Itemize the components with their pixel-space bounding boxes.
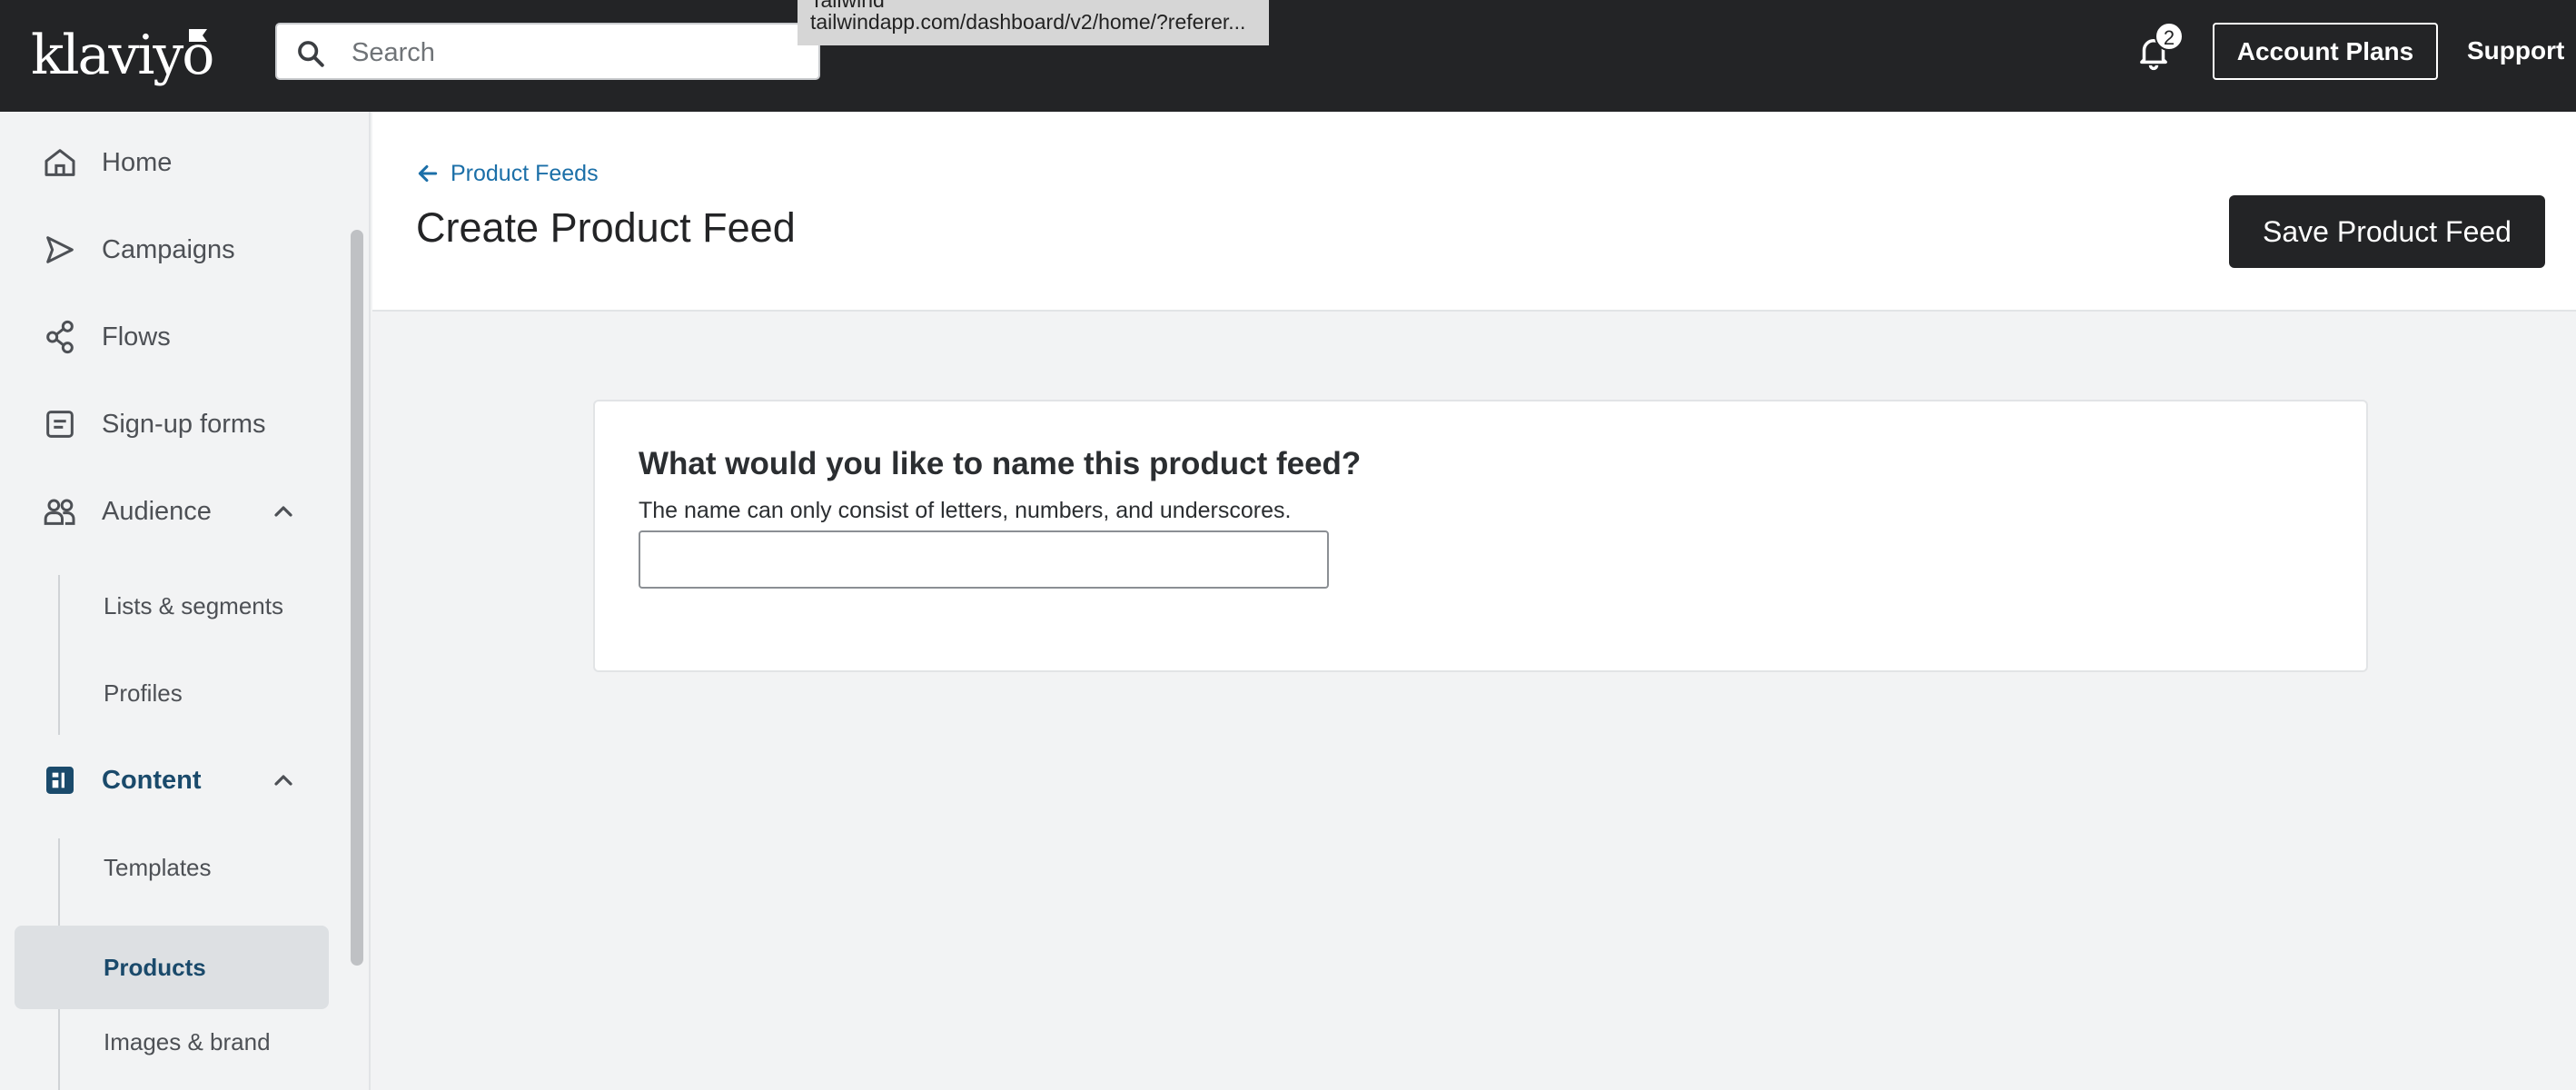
support-link[interactable]: Support bbox=[2467, 35, 2564, 67]
sidebar-item-profiles[interactable]: Profiles bbox=[15, 651, 329, 735]
sidebar-item-label: Audience bbox=[102, 497, 212, 526]
sidebar-subitem-label: Products bbox=[104, 954, 206, 981]
form-icon bbox=[46, 411, 74, 438]
sidebar-scrollbar[interactable] bbox=[351, 230, 363, 966]
sidebar-item-home[interactable]: Home bbox=[15, 121, 329, 204]
sidebar-subitem-label: Images & brand bbox=[104, 1028, 271, 1055]
sidebar-item-label: Content bbox=[102, 766, 202, 795]
sidebar-item-label: Sign-up forms bbox=[102, 410, 266, 439]
sidebar-subitem-label: Templates bbox=[104, 854, 212, 881]
arrow-left-icon bbox=[418, 164, 438, 183]
save-product-feed-button[interactable]: Save Product Feed bbox=[2229, 195, 2545, 268]
name-feed-card: What would you like to name this product… bbox=[593, 400, 2368, 672]
feed-name-input[interactable] bbox=[639, 530, 1329, 589]
sidebar-item-images-brand[interactable]: Images & brand bbox=[15, 1000, 329, 1084]
sidebar-item-signup-forms[interactable]: Sign-up forms bbox=[15, 382, 329, 466]
home-icon bbox=[45, 149, 75, 176]
back-link-label: Product Feeds bbox=[451, 161, 599, 186]
audience-icon bbox=[44, 499, 75, 525]
content-icon bbox=[46, 767, 74, 794]
chevron-up-icon[interactable] bbox=[269, 766, 298, 795]
notification-count-badge: 2 bbox=[2155, 22, 2184, 51]
page-title: Create Product Feed bbox=[416, 204, 796, 251]
back-to-product-feeds-link[interactable]: Product Feeds bbox=[416, 159, 599, 188]
send-icon bbox=[46, 236, 74, 263]
search-placeholder[interactable]: Search bbox=[352, 37, 435, 68]
sidebar-item-campaigns[interactable]: Campaigns bbox=[15, 208, 329, 292]
search-icon bbox=[298, 41, 324, 67]
sidebar-item-products[interactable]: Products bbox=[15, 926, 329, 1009]
card-help-text: The name can only consist of letters, nu… bbox=[639, 498, 1292, 523]
sidebar-item-audience[interactable]: Audience bbox=[15, 470, 329, 553]
sidebar-item-flows[interactable]: Flows bbox=[15, 295, 329, 379]
sidebar-item-content[interactable]: Content bbox=[15, 738, 329, 822]
account-plans-button[interactable]: Account Plans bbox=[2213, 23, 2438, 80]
sidebar-item-label: Home bbox=[102, 148, 173, 177]
card-heading: What would you like to name this product… bbox=[639, 446, 1362, 481]
browser-link-tooltip: Tailwind tailwindapp.com/dashboard/v2/ho… bbox=[798, 0, 1269, 45]
flows-icon bbox=[46, 320, 74, 354]
tooltip-url: tailwindapp.com/dashboard/v2/home/?refer… bbox=[810, 10, 1246, 34]
sidebar-subitem-label: Lists & segments bbox=[104, 592, 283, 619]
page-header: Product Feeds Create Product Feed Save P… bbox=[372, 112, 2576, 312]
chevron-up-icon[interactable] bbox=[269, 497, 298, 526]
top-bar: klaviyo Search Tailwind tailwindapp.com/… bbox=[0, 0, 2576, 112]
sidebar-item-lists-segments[interactable]: Lists & segments bbox=[15, 564, 329, 648]
klaviyo-logo[interactable]: klaviyo bbox=[31, 24, 214, 87]
sidebar: Home Campaigns Flows Sign-up forms Audie… bbox=[0, 112, 371, 1090]
sidebar-subitem-label: Profiles bbox=[104, 679, 183, 707]
search-box[interactable]: Search bbox=[275, 23, 820, 80]
sidebar-item-templates[interactable]: Templates bbox=[15, 826, 329, 909]
sidebar-item-label: Flows bbox=[102, 322, 171, 352]
sidebar-item-label: Campaigns bbox=[102, 235, 235, 264]
